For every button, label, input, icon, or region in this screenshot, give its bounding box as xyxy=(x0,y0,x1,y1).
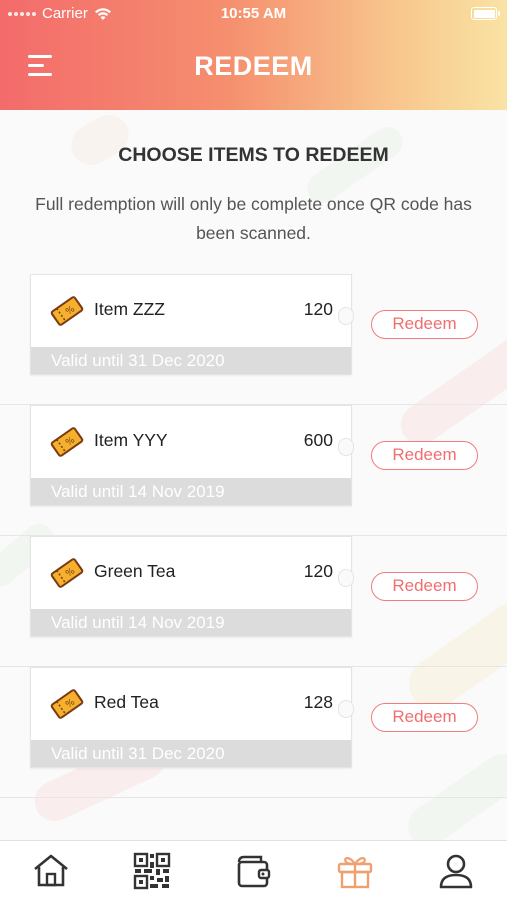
card-notch xyxy=(338,569,354,587)
card-notch xyxy=(338,307,354,325)
voucher-card[interactable]: % Item ZZZ 120 Valid until 31 Dec 2020 xyxy=(30,274,352,375)
page-title: REDEEM xyxy=(194,51,313,81)
redeem-button[interactable]: Redeem xyxy=(371,310,478,339)
card-notch xyxy=(338,438,354,456)
item-name: Item ZZZ xyxy=(94,299,165,319)
card-notch xyxy=(338,700,354,718)
redeem-button[interactable]: Redeem xyxy=(371,703,478,732)
item-points: 128 xyxy=(303,692,333,712)
voucher-icon: % xyxy=(50,689,84,719)
tab-gift[interactable] xyxy=(325,848,385,894)
list-item: % Item YYY 600 Valid until 14 Nov 2019 R… xyxy=(0,405,507,536)
list-item: % Red Tea 128 Valid until 31 Dec 2020 Re… xyxy=(0,667,507,798)
validity-label: Valid until 31 Dec 2020 xyxy=(31,347,351,374)
tab-qr[interactable] xyxy=(122,848,182,894)
voucher-icon: % xyxy=(50,296,84,326)
list-item: % Item ZZZ 120 Valid until 31 Dec 2020 R… xyxy=(0,274,507,405)
section-heading: CHOOSE ITEMS TO REDEEM xyxy=(118,144,389,166)
voucher-icon: % xyxy=(50,558,84,588)
battery-icon xyxy=(471,7,500,20)
header: Carrier 10:55 AM REDEEM xyxy=(0,0,507,110)
redeem-button[interactable]: Redeem xyxy=(371,441,478,470)
tab-bar xyxy=(0,840,507,900)
tab-home[interactable] xyxy=(21,848,81,894)
validity-label: Valid until 14 Nov 2019 xyxy=(31,478,351,505)
tab-profile[interactable] xyxy=(426,848,486,894)
voucher-card[interactable]: % Green Tea 120 Valid until 14 Nov 2019 xyxy=(30,536,352,637)
section-note: Full redemption will only be complete on… xyxy=(35,194,472,243)
voucher-card[interactable]: % Item YYY 600 Valid until 14 Nov 2019 xyxy=(30,405,352,506)
voucher-icon: % xyxy=(50,427,84,457)
tab-wallet[interactable] xyxy=(223,848,283,894)
list-item: % Green Tea 120 Valid until 14 Nov 2019 … xyxy=(0,536,507,667)
validity-label: Valid until 31 Dec 2020 xyxy=(31,740,351,767)
item-points: 120 xyxy=(303,561,333,581)
qr-code-icon xyxy=(133,852,171,889)
profile-icon xyxy=(439,854,473,888)
status-bar: Carrier 10:55 AM xyxy=(0,0,507,28)
item-points: 600 xyxy=(303,430,333,450)
home-icon xyxy=(33,854,68,886)
gift-icon xyxy=(337,856,373,888)
wallet-icon xyxy=(238,855,271,887)
validity-label: Valid until 14 Nov 2019 xyxy=(31,609,351,636)
item-points: 120 xyxy=(303,299,333,319)
item-name: Item YYY xyxy=(94,430,168,450)
item-name: Red Tea xyxy=(94,692,159,712)
item-name: Green Tea xyxy=(94,561,176,581)
redeem-button[interactable]: Redeem xyxy=(371,572,478,601)
voucher-card[interactable]: % Red Tea 128 Valid until 31 Dec 2020 xyxy=(30,667,352,768)
status-time: 10:55 AM xyxy=(220,5,287,22)
